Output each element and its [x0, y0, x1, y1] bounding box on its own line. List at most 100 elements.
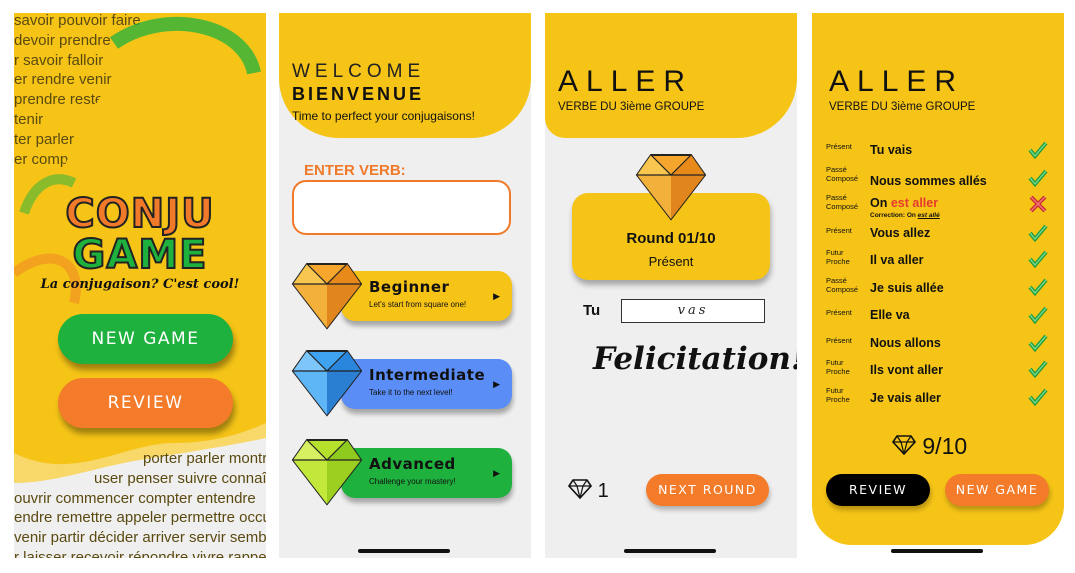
enter-verb-label: ENTER VERB: — [304, 162, 406, 179]
checkmark-icon — [1028, 169, 1048, 188]
welcome-heading: WELCOME — [292, 61, 426, 82]
row-tense: Futur Proche — [826, 248, 850, 266]
result-row: Présent Tu vais — [812, 140, 1064, 166]
bg-word-line: ouvrir commencer compter entendre — [14, 489, 256, 507]
new-game-button[interactable]: NEW GAME — [58, 314, 233, 364]
round-number: Round 01/10 — [626, 230, 716, 247]
row-tense: Présent — [826, 336, 852, 345]
result-row: Présent Nous allons — [812, 333, 1064, 359]
bg-word-line: r laisser recevoir répondre vivre rappel… — [14, 548, 266, 558]
checkmark-icon — [1028, 334, 1048, 353]
row-phrase: Elle va — [870, 308, 910, 322]
row-phrase: Nous sommes allés — [870, 174, 987, 188]
checkmark-icon — [1028, 278, 1048, 297]
home-indicator — [891, 549, 983, 553]
home-indicator — [358, 549, 450, 553]
review-button[interactable]: REVIEW — [826, 474, 930, 506]
row-phrase: On est aller — [870, 196, 938, 210]
play-arrow-icon: ▶ — [493, 379, 500, 389]
row-tense: Présent — [826, 142, 852, 151]
checkmark-icon — [1028, 306, 1048, 325]
orange-diamond-icon — [635, 154, 707, 221]
row-phrase: Nous allons — [870, 336, 941, 350]
play-arrow-icon: ▶ — [493, 291, 500, 301]
row-phrase: Vous allez — [870, 226, 931, 240]
result-row: Présent Vous allez — [812, 223, 1064, 249]
level-title: Intermediate — [369, 366, 486, 384]
score-display: 1 — [567, 479, 609, 503]
checkmark-icon — [1028, 224, 1048, 243]
row-phrase: Tu vais — [870, 143, 913, 157]
home-indicator — [624, 549, 716, 553]
correction-text: Correction: On est allé — [870, 212, 940, 219]
row-tense: Passé Composé — [826, 165, 859, 183]
next-round-button[interactable]: NEXT ROUND — [646, 474, 769, 506]
result-row: Passé Composé Je suis allée — [812, 276, 1064, 303]
verb-input[interactable] — [292, 180, 511, 235]
level-title: Beginner — [369, 278, 450, 296]
answer-input[interactable]: vas — [621, 299, 765, 323]
background-words-bottom: porter parler montrer user penser suivre… — [14, 449, 266, 558]
checkmark-icon — [1028, 250, 1048, 269]
level-subtitle: Challenge your mastery! — [369, 477, 456, 486]
new-game-button[interactable]: NEW GAME — [945, 474, 1049, 506]
correction-label: Correction: On — [870, 212, 918, 219]
review-button[interactable]: REVIEW — [58, 378, 233, 428]
bg-word-line: user penser suivre connaître — [94, 469, 266, 487]
logo-game: GAME — [72, 231, 208, 279]
row-phrase: Il va aller — [870, 253, 924, 267]
row-phrase: Je vais aller — [870, 391, 941, 405]
row-phrase: Ils vont aller — [870, 363, 943, 377]
row-tense: Passé Composé — [826, 276, 859, 294]
screen-round: ALLER VERBE DU 3ième GROUPE Round 01/10 … — [545, 13, 797, 558]
result-row: Futur Proche Je vais aller — [812, 386, 1064, 413]
verb-title: ALLER — [829, 65, 965, 98]
row-tense: Présent — [826, 308, 852, 317]
tagline: La conjugaison? C'est cool! — [40, 277, 240, 292]
row-tense: Futur Proche — [826, 358, 850, 376]
logo-conju: CONJU — [64, 190, 215, 238]
level-title: Advanced — [369, 455, 456, 473]
checkmark-icon — [1028, 360, 1048, 379]
verb-group: VERBE DU 3ième GROUPE — [829, 101, 976, 113]
level-beginner-button[interactable]: Beginner Let's start from square one! ▶ — [341, 271, 512, 321]
checkmark-icon — [1028, 388, 1048, 407]
diamond-outline-icon — [891, 435, 917, 456]
row-phrase: Je suis allée — [870, 281, 944, 295]
diamond-outline-icon — [567, 479, 593, 500]
final-score: 9/10 — [891, 433, 968, 460]
bienvenue-heading: BIENVENUE — [292, 84, 425, 104]
level-intermediate-button[interactable]: Intermediate Take it to the next level! … — [341, 359, 512, 409]
row-tense: Passé Composé — [826, 193, 859, 211]
verb-group: VERBE DU 3ième GROUPE — [558, 101, 705, 113]
level-subtitle: Take it to the next level! — [369, 388, 453, 397]
bg-word-line: endre remettre appeler permettre occuper — [14, 509, 266, 527]
welcome-subtitle: Time to perfect your conjugaisons! — [292, 109, 475, 123]
feedback-text: Felicitation! — [593, 341, 797, 377]
level-subtitle: Let's start from square one! — [369, 300, 467, 309]
result-row: Futur Proche Il va aller — [812, 248, 1064, 275]
row-tense: Futur Proche — [826, 386, 850, 404]
blue-diamond-icon — [291, 350, 363, 417]
verb-title: ALLER — [558, 65, 694, 98]
screen-splash: savoir pouvoir faire devoir prendre r sa… — [14, 13, 266, 558]
level-advanced-button[interactable]: Advanced Challenge your mastery! ▶ — [341, 448, 512, 498]
bg-word-line: venir partir décider arriver servir semb… — [14, 529, 266, 547]
round-tense: Présent — [648, 254, 694, 269]
orange-diamond-icon — [291, 263, 363, 330]
score-value: 1 — [597, 480, 609, 502]
screen-results: ALLER VERBE DU 3ième GROUPE Présent Tu v… — [812, 13, 1064, 558]
result-row: Passé Composé Nous sommes allés — [812, 165, 1064, 192]
pronoun-label: Tu — [583, 302, 601, 319]
result-row: Futur Proche Ils vont aller — [812, 358, 1064, 385]
result-row: Présent Elle va — [812, 305, 1064, 331]
phrase-start: On — [870, 196, 891, 210]
play-arrow-icon: ▶ — [493, 468, 500, 478]
final-score-value: 9/10 — [922, 433, 968, 459]
checkmark-icon — [1028, 141, 1048, 160]
screen-welcome: WELCOME BIENVENUE Time to perfect your c… — [279, 13, 531, 558]
phrase-error: est aller — [890, 196, 939, 210]
bg-word-line: porter parler montrer — [143, 450, 266, 467]
cross-icon — [1029, 195, 1047, 213]
green-diamond-icon — [291, 439, 363, 506]
